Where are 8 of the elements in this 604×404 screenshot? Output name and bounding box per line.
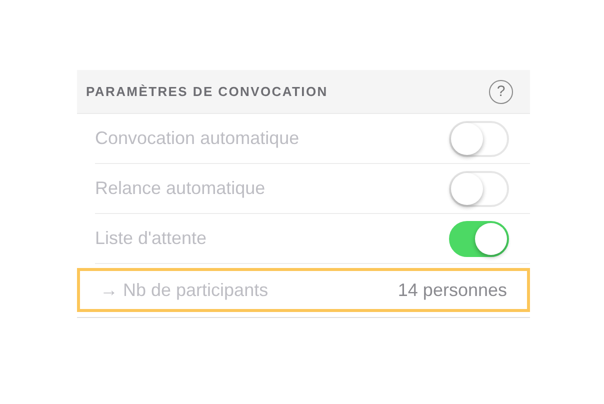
setting-label: Liste d'attente	[95, 228, 207, 249]
help-button[interactable]: ?	[489, 80, 513, 104]
setting-label: Convocation automatique	[95, 128, 300, 149]
toggle-switch[interactable]	[449, 220, 509, 256]
setting-value: 14 personnes	[398, 280, 507, 300]
section-title: PARAMÈTRES DE CONVOCATION	[86, 84, 328, 99]
setting-label: → Nb de participants	[100, 280, 268, 300]
setting-label: Relance automatique	[95, 178, 266, 199]
